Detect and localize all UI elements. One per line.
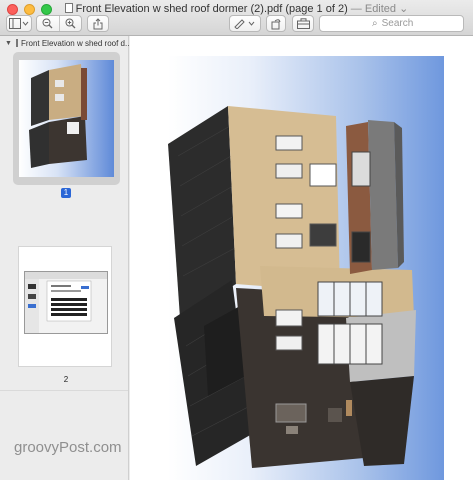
rotate-button[interactable] bbox=[266, 15, 286, 32]
sidebar-document-header[interactable]: ▼ Front Elevation w shed roof d... bbox=[0, 36, 129, 50]
pdf-page-1 bbox=[168, 56, 444, 480]
sidebar-document-title: Front Elevation w shed roof d... bbox=[20, 38, 129, 48]
zoom-in-button[interactable] bbox=[58, 16, 81, 31]
zoom-out-icon bbox=[42, 18, 53, 29]
upper-wall bbox=[228, 106, 340, 292]
dialog-screenshot-image bbox=[25, 272, 107, 333]
bay-window-lower bbox=[317, 323, 383, 365]
thumbnail-sidebar: ▼ Front Elevation w shed roof d... 1 2 g… bbox=[0, 36, 129, 480]
sidebar-icon bbox=[9, 18, 29, 29]
screenshot-thumbnail-content bbox=[24, 271, 108, 334]
search-field[interactable]: ⌕ Search bbox=[319, 15, 464, 32]
sidebar-toggle-button[interactable] bbox=[6, 15, 32, 32]
document-view[interactable] bbox=[130, 36, 473, 480]
disclosure-triangle-icon[interactable]: ▼ bbox=[5, 40, 12, 47]
pen-icon bbox=[234, 19, 255, 29]
chevron-down-icon[interactable]: ⌄ bbox=[399, 3, 408, 15]
page-thumbnail-2[interactable] bbox=[18, 246, 112, 367]
right-gray-wall bbox=[368, 120, 398, 270]
markup-toolbar-button[interactable] bbox=[229, 15, 261, 32]
window-toolbar: Front Elevation w shed roof dormer (2).p… bbox=[0, 0, 473, 36]
edited-status: — Edited bbox=[350, 3, 397, 15]
house-elevation-thumbnail bbox=[19, 60, 114, 177]
window-title-text: Front Elevation w shed roof dormer (2).p… bbox=[75, 3, 348, 15]
house-front-elevation-rendering bbox=[168, 106, 416, 468]
share-icon bbox=[93, 17, 103, 29]
page-number-label-2: 2 bbox=[63, 375, 69, 384]
zoom-button-group bbox=[36, 15, 82, 32]
sidebar-divider bbox=[0, 390, 128, 391]
bay-window-upper bbox=[317, 281, 383, 317]
watermark-text: groovyPost.com bbox=[14, 439, 122, 456]
zoom-out-button[interactable] bbox=[37, 16, 59, 31]
search-icon: ⌕ bbox=[372, 18, 378, 29]
toolbox-icon bbox=[296, 18, 310, 29]
share-button[interactable] bbox=[87, 15, 109, 32]
pdf-document-icon bbox=[64, 3, 73, 13]
page-number-badge-1: 1 bbox=[61, 188, 71, 198]
rotate-icon bbox=[271, 18, 281, 29]
zoom-in-icon bbox=[65, 18, 76, 29]
window-title[interactable]: Front Elevation w shed roof dormer (2).p… bbox=[0, 2, 473, 15]
search-placeholder: Search bbox=[381, 18, 414, 29]
pdf-document-icon bbox=[15, 39, 18, 47]
toolbox-button[interactable] bbox=[292, 15, 314, 32]
page-thumbnail-1[interactable] bbox=[19, 60, 114, 177]
